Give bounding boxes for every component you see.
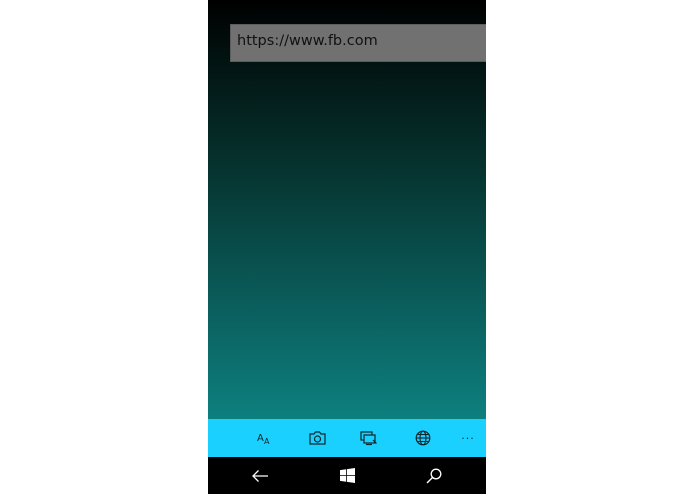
phone-screen: https://www.fb.com A A ··· xyxy=(208,0,486,494)
camera-icon xyxy=(308,431,326,445)
browser-viewport[interactable]: https://www.fb.com xyxy=(208,0,486,419)
search-button[interactable] xyxy=(414,457,454,494)
camera-button[interactable] xyxy=(300,419,334,457)
globe-icon xyxy=(415,430,431,446)
svg-text:A: A xyxy=(257,433,264,444)
address-bar-text: https://www.fb.com xyxy=(237,33,378,49)
screen-capture-icon xyxy=(360,430,377,445)
more-button[interactable]: ··· xyxy=(451,419,485,457)
search-icon xyxy=(426,468,442,483)
svg-text:A: A xyxy=(264,437,270,445)
windows-start-icon xyxy=(339,468,355,483)
more-icon: ··· xyxy=(461,431,475,445)
back-arrow-icon xyxy=(252,469,268,482)
start-button[interactable] xyxy=(327,457,367,494)
system-navigation-bar xyxy=(208,457,486,494)
app-toolbar: A A ··· xyxy=(208,419,486,457)
back-button[interactable] xyxy=(240,457,280,494)
text-size-icon: A A xyxy=(257,433,270,445)
globe-button[interactable] xyxy=(406,419,440,457)
screen-capture-button[interactable] xyxy=(352,419,386,457)
address-bar[interactable]: https://www.fb.com xyxy=(230,24,486,62)
text-size-button[interactable]: A A xyxy=(248,419,282,457)
